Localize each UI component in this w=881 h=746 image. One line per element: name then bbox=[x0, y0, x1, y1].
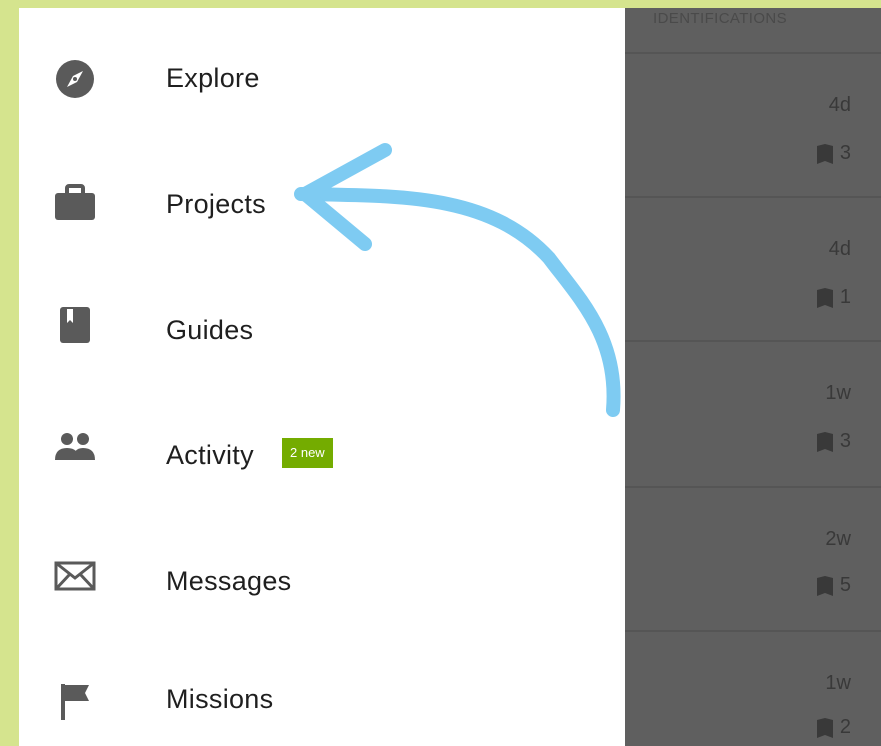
observation-time: 1w bbox=[825, 382, 851, 404]
observation-time: 1w bbox=[825, 672, 851, 694]
compass-icon bbox=[53, 57, 97, 101]
envelope-icon bbox=[53, 554, 97, 598]
identifications-header: IDENTIFICATIONS bbox=[653, 10, 788, 27]
id-badge-icon bbox=[816, 431, 833, 452]
identification-count-value: 5 bbox=[839, 574, 851, 596]
identification-count: 3 bbox=[816, 430, 851, 453]
flag-icon bbox=[53, 680, 97, 724]
observation-time: 2w bbox=[825, 528, 851, 550]
id-badge-icon bbox=[816, 287, 833, 308]
menu-label-guides: Guides bbox=[166, 315, 254, 345]
menu-item-explore[interactable]: Explore bbox=[19, 19, 625, 119]
id-badge-icon bbox=[816, 575, 833, 596]
observation-time: 4d bbox=[828, 238, 851, 260]
activity-new-badge: 2 new bbox=[282, 438, 333, 468]
observation-time: 4d bbox=[828, 94, 851, 116]
identification-count-value: 3 bbox=[839, 142, 851, 164]
people-icon bbox=[53, 424, 97, 468]
menu-item-messages[interactable]: Messages bbox=[19, 524, 625, 624]
divider bbox=[625, 630, 881, 632]
identification-count: 1 bbox=[816, 286, 851, 309]
identification-count-value: 2 bbox=[839, 716, 851, 738]
menu-label-missions: Missions bbox=[166, 684, 274, 714]
id-badge-icon bbox=[816, 143, 833, 164]
identification-count: 2 bbox=[816, 716, 851, 739]
menu-label-projects: Projects bbox=[166, 189, 266, 219]
identification-count-value: 3 bbox=[839, 430, 851, 452]
menu-item-projects[interactable]: Projects bbox=[19, 145, 625, 245]
identification-count: 3 bbox=[816, 142, 851, 165]
menu-item-missions[interactable]: Missions bbox=[19, 648, 625, 746]
divider bbox=[625, 52, 881, 54]
dimmed-observations-list[interactable]: IDENTIFICATIONS 4d 3 4d 1 1w 3 2w 5 1w 2 bbox=[625, 8, 881, 746]
divider bbox=[625, 486, 881, 488]
app-frame: Explore Projects Guides Activity 2 new M… bbox=[19, 8, 881, 746]
book-icon bbox=[53, 303, 97, 347]
identification-count-value: 1 bbox=[839, 286, 851, 308]
menu-label-explore: Explore bbox=[166, 63, 260, 93]
id-badge-icon bbox=[816, 717, 833, 738]
divider bbox=[625, 340, 881, 342]
navigation-drawer: Explore Projects Guides Activity 2 new M… bbox=[19, 8, 625, 746]
menu-item-activity[interactable]: Activity 2 new bbox=[19, 398, 625, 498]
menu-label-messages: Messages bbox=[166, 566, 292, 596]
briefcase-icon bbox=[53, 180, 97, 224]
divider bbox=[625, 196, 881, 198]
menu-label-activity: Activity bbox=[166, 440, 254, 470]
identification-count: 5 bbox=[816, 574, 851, 597]
menu-item-guides[interactable]: Guides bbox=[19, 271, 625, 371]
